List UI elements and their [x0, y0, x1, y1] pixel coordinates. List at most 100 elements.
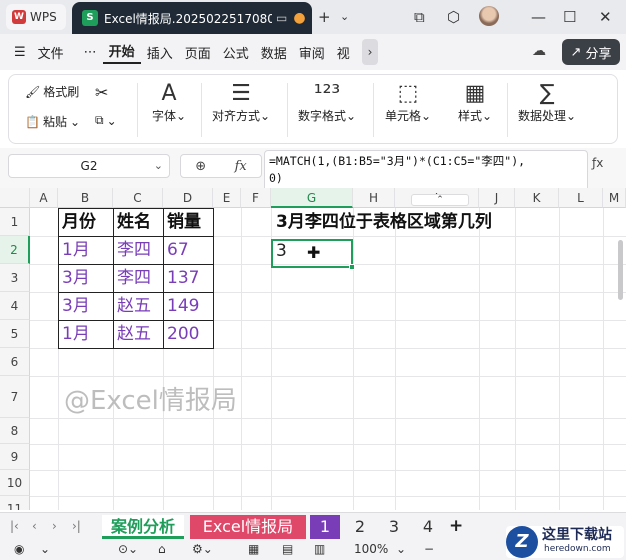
data-process-button[interactable]: ∑ 数据处理⌄: [515, 81, 579, 124]
chevron-down-icon[interactable]: ⌄: [154, 155, 163, 177]
name-box[interactable]: G2 ⌄: [8, 154, 170, 178]
cell-g1-title[interactable]: 3月李四位于表格区域第几列: [273, 208, 492, 236]
table-cell[interactable]: 1月: [59, 320, 90, 348]
row-header-6[interactable]: 6: [0, 348, 30, 376]
cut-icon[interactable]: ✂: [95, 83, 108, 102]
new-tab-icon[interactable]: +: [318, 6, 331, 28]
row-header-4[interactable]: 4: [0, 292, 30, 320]
table-cell[interactable]: 赵五: [114, 292, 151, 320]
header-sales[interactable]: 销量: [164, 208, 201, 236]
menu-data[interactable]: 数据: [255, 43, 293, 62]
column-header-c[interactable]: C: [113, 188, 163, 208]
row-header-9[interactable]: 9: [0, 444, 30, 470]
wps-home-tab[interactable]: W WPS: [6, 4, 66, 30]
table-cell[interactable]: 3月: [59, 264, 90, 292]
fx-icon[interactable]: fx: [235, 159, 247, 174]
select-all-corner[interactable]: [0, 188, 30, 208]
font-button[interactable]: A 字体⌄: [149, 81, 189, 124]
copy-button[interactable]: ⧉ ⌄: [95, 113, 117, 128]
close-icon[interactable]: ✕: [599, 6, 612, 28]
menu-review[interactable]: 审阅: [293, 43, 331, 62]
table-cell[interactable]: 赵五: [114, 320, 151, 348]
row-header-10[interactable]: 10: [0, 470, 30, 496]
table-cell[interactable]: 1月: [59, 236, 90, 264]
sheet-tab-4[interactable]: 4: [416, 515, 440, 539]
menu-more[interactable]: ⋯: [78, 45, 103, 60]
maximize-icon[interactable]: ☐: [563, 6, 576, 28]
column-header-k[interactable]: K: [515, 188, 559, 208]
document-tab[interactable]: S Excel情报局.20250225170802 ▭ ●: [72, 2, 312, 34]
header-month[interactable]: 月份: [59, 208, 96, 236]
hamburger-icon[interactable]: ☰: [8, 45, 32, 60]
sheet-tab-1[interactable]: 1: [310, 515, 340, 539]
tab-list-chevron-icon[interactable]: ⌄: [340, 6, 349, 28]
fill-handle[interactable]: [349, 264, 355, 270]
header-name[interactable]: 姓名: [114, 208, 151, 236]
cell-button[interactable]: ⬚ 单元格⌄: [383, 81, 433, 124]
format-painter-button[interactable]: 🖌 格式刷: [25, 83, 79, 100]
column-header-f[interactable]: F: [241, 188, 271, 208]
row-header-5[interactable]: 5: [0, 320, 30, 348]
page-break-icon[interactable]: ▥: [314, 542, 325, 556]
menu-page[interactable]: 页面: [179, 43, 217, 62]
camera-icon[interactable]: ⌂: [158, 542, 166, 556]
share-button[interactable]: ↗ 分享: [562, 39, 620, 65]
prev-sheet-icon[interactable]: ‹: [32, 519, 37, 533]
expand-formula-icon[interactable]: ƒx: [592, 156, 603, 170]
paste-button[interactable]: 📋 粘贴 ⌄: [25, 113, 80, 130]
table-cell[interactable]: 李四: [114, 264, 151, 292]
sheet-tab-case[interactable]: 案例分析: [102, 515, 184, 539]
row-header-8[interactable]: 8: [0, 418, 30, 444]
cloud-upload-icon[interactable]: ☁: [532, 43, 546, 59]
table-cell[interactable]: 李四: [114, 236, 151, 264]
sheet-tab-excel[interactable]: Excel情报局: [190, 515, 306, 539]
zoom-out-icon[interactable]: −: [424, 542, 434, 556]
settings-icon[interactable]: ⚙⌄: [192, 542, 213, 556]
window-mode-icon[interactable]: ⧉: [414, 6, 425, 28]
number-format-button[interactable]: ¹²³ 数字格式⌄: [295, 81, 359, 124]
menu-insert[interactable]: 插入: [141, 43, 179, 62]
row-header-2[interactable]: 2: [0, 236, 30, 264]
first-sheet-icon[interactable]: |‹: [10, 519, 19, 533]
menu-scroll-right-icon[interactable]: ›: [362, 39, 378, 65]
column-header-d[interactable]: D: [163, 188, 213, 208]
protect-eye-icon[interactable]: ◉: [14, 542, 24, 556]
row-header-7[interactable]: 7: [0, 376, 30, 418]
row-header-3[interactable]: 3: [0, 264, 30, 292]
menu-formula[interactable]: 公式: [217, 43, 255, 62]
style-button[interactable]: ▦ 样式⌄: [455, 81, 495, 124]
cube-icon[interactable]: ⬡: [447, 6, 460, 28]
column-header-g[interactable]: G: [271, 188, 353, 208]
page-layout-icon[interactable]: ▤: [282, 542, 293, 556]
table-cell[interactable]: 67: [164, 236, 189, 264]
add-sheet-button[interactable]: +: [449, 516, 463, 536]
column-header-m[interactable]: M: [603, 188, 626, 208]
record-macro-icon[interactable]: ⊙⌄: [118, 542, 138, 556]
row-header-1[interactable]: 1: [0, 208, 30, 236]
table-cell[interactable]: 3月: [59, 292, 90, 320]
column-header-l[interactable]: L: [559, 188, 603, 208]
menu-view[interactable]: 视: [331, 43, 356, 62]
column-header-b[interactable]: B: [58, 188, 113, 208]
row-header-11[interactable]: 11: [0, 496, 30, 510]
column-header-j[interactable]: J: [479, 188, 515, 208]
monitor-icon[interactable]: ▭: [276, 11, 287, 25]
column-header-e[interactable]: E: [213, 188, 241, 208]
minimize-icon[interactable]: —: [531, 6, 546, 28]
sheet-tab-2[interactable]: 2: [348, 515, 372, 539]
next-sheet-icon[interactable]: ›: [52, 519, 57, 533]
last-sheet-icon[interactable]: ›|: [72, 519, 81, 533]
avatar[interactable]: [479, 6, 499, 26]
normal-view-icon[interactable]: ▦: [248, 542, 259, 556]
table-cell[interactable]: 200: [164, 320, 199, 348]
zoom-level[interactable]: 100%: [354, 542, 388, 556]
table-cell[interactable]: 149: [164, 292, 199, 320]
zoom-search-icon[interactable]: ⊕: [195, 159, 206, 174]
table-cell[interactable]: 137: [164, 264, 199, 292]
menu-file[interactable]: 文件: [32, 43, 70, 62]
formula-input[interactable]: =MATCH(1,(B1:B5="3月")*(C1:C5="李四"), 0): [264, 150, 588, 192]
zoom-chevron-icon[interactable]: ⌄: [396, 542, 406, 556]
collapse-caret-icon[interactable]: ⌃: [411, 194, 469, 206]
spreadsheet-grid[interactable]: A B C D E F G H I J K L M 1 2 3 4 5 6 7 …: [0, 188, 626, 510]
status-chevron-icon[interactable]: ⌄: [40, 542, 50, 556]
